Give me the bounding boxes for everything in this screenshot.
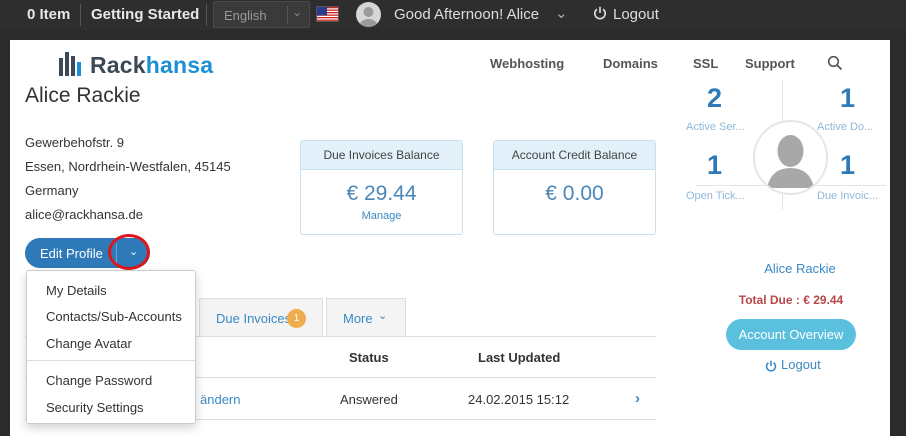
logout-link[interactable]: Logout bbox=[613, 6, 659, 23]
ticket-status: Answered bbox=[340, 392, 398, 407]
tab-more[interactable]: More ⌄ bbox=[326, 298, 406, 337]
stat-due-invoices[interactable]: 1 bbox=[840, 150, 855, 181]
menu-item-change-avatar[interactable]: Change Avatar bbox=[46, 336, 132, 351]
page-title: Alice Rackie bbox=[25, 84, 141, 107]
nav-ssl[interactable]: SSL bbox=[693, 56, 718, 71]
stat-active-services[interactable]: 2 bbox=[707, 83, 722, 114]
address-city: Essen, Nordrhein-Westfalen, 45145 bbox=[25, 159, 231, 174]
tab-due-invoices[interactable]: Due Invoices 1 bbox=[199, 298, 323, 337]
nav-support[interactable]: Support bbox=[745, 56, 795, 71]
greeting-menu[interactable]: Good Afternoon! Alice bbox=[394, 6, 539, 23]
stat-label: Open Tick... bbox=[686, 190, 745, 202]
card-value: € 0.00 bbox=[545, 182, 604, 205]
card-title: Due Invoices Balance bbox=[301, 141, 462, 170]
column-header-status[interactable]: Status bbox=[349, 350, 389, 365]
logo-bars-icon[interactable] bbox=[59, 50, 85, 78]
cart-count-link[interactable]: 0 Item bbox=[27, 6, 70, 23]
card-value: € 29.44 bbox=[346, 182, 417, 205]
address-country: Germany bbox=[25, 183, 79, 198]
stat-active-domains[interactable]: 1 bbox=[840, 83, 855, 114]
ticket-last-updated: 24.02.2015 15:12 bbox=[468, 392, 570, 407]
top-bar: 0 Item Getting Started English ⌄ Good Af… bbox=[0, 0, 906, 30]
total-due: Total Due : € 29.44 bbox=[738, 293, 844, 307]
brand-part-2: hansa bbox=[145, 52, 214, 78]
stat-label: Due Invoic... bbox=[817, 190, 879, 202]
menu-item-my-details[interactable]: My Details bbox=[46, 283, 107, 298]
nav-webhosting[interactable]: Webhosting bbox=[490, 56, 564, 71]
menu-item-contacts[interactable]: Contacts/Sub-Accounts bbox=[46, 309, 182, 324]
address-street: Gewerbehofstr. 9 bbox=[25, 135, 124, 150]
chevron-down-icon: ⌄ bbox=[292, 5, 303, 19]
getting-started-link[interactable]: Getting Started bbox=[91, 6, 199, 23]
divider bbox=[206, 4, 207, 26]
edit-profile-label: Edit Profile bbox=[40, 246, 103, 261]
due-invoices-card: Due Invoices Balance € 29.44 Manage bbox=[300, 140, 463, 235]
power-icon[interactable] bbox=[593, 6, 607, 20]
manage-link[interactable]: Manage bbox=[301, 210, 462, 222]
main-panel: Rackhansa Webhosting Domains SSL Support… bbox=[10, 40, 890, 436]
chevron-down-icon: ⌄ bbox=[378, 310, 388, 322]
menu-item-change-password[interactable]: Change Password bbox=[46, 373, 152, 388]
divider bbox=[80, 4, 81, 26]
chevron-right-icon[interactable]: › bbox=[635, 390, 640, 407]
highlight-ring bbox=[108, 234, 150, 270]
account-overview-button[interactable]: Account Overview bbox=[726, 319, 856, 350]
divider bbox=[27, 360, 195, 361]
language-select[interactable]: English ⌄ bbox=[213, 1, 310, 28]
column-header-last-updated[interactable]: Last Updated bbox=[478, 350, 560, 365]
account-credit-card: Account Credit Balance € 0.00 bbox=[493, 140, 656, 235]
stat-open-tickets[interactable]: 1 bbox=[707, 150, 722, 181]
sidebar-logout-link[interactable]: Logout bbox=[781, 357, 821, 372]
stat-label: Active Ser... bbox=[686, 121, 745, 133]
brand-logo[interactable]: Rackhansa bbox=[90, 52, 213, 79]
divider bbox=[287, 6, 288, 24]
card-title: Account Credit Balance bbox=[494, 141, 655, 170]
user-avatar-icon bbox=[753, 120, 828, 195]
tab-label: Due Invoices bbox=[216, 311, 292, 326]
power-icon[interactable] bbox=[765, 360, 777, 372]
chevron-down-icon[interactable]: ⌄ bbox=[555, 4, 568, 22]
us-flag-icon[interactable] bbox=[316, 6, 339, 22]
profile-dropdown-menu: My Details Contacts/Sub-Accounts Change … bbox=[26, 270, 196, 424]
menu-item-security-settings[interactable]: Security Settings bbox=[46, 400, 144, 415]
language-value: English bbox=[224, 8, 267, 23]
nav-domains[interactable]: Domains bbox=[603, 56, 658, 71]
tab-label: More bbox=[343, 311, 373, 326]
address-email: alice@rackhansa.de bbox=[25, 207, 143, 222]
search-icon[interactable] bbox=[827, 55, 843, 71]
sidebar-user-name[interactable]: Alice Rackie bbox=[750, 261, 850, 276]
count-badge: 1 bbox=[287, 309, 306, 328]
user-avatar-icon[interactable] bbox=[356, 2, 381, 27]
ticket-subject-link[interactable]: ändern bbox=[200, 392, 240, 407]
stat-label: Active Do... bbox=[817, 121, 874, 133]
brand-part-1: Rack bbox=[90, 52, 146, 78]
